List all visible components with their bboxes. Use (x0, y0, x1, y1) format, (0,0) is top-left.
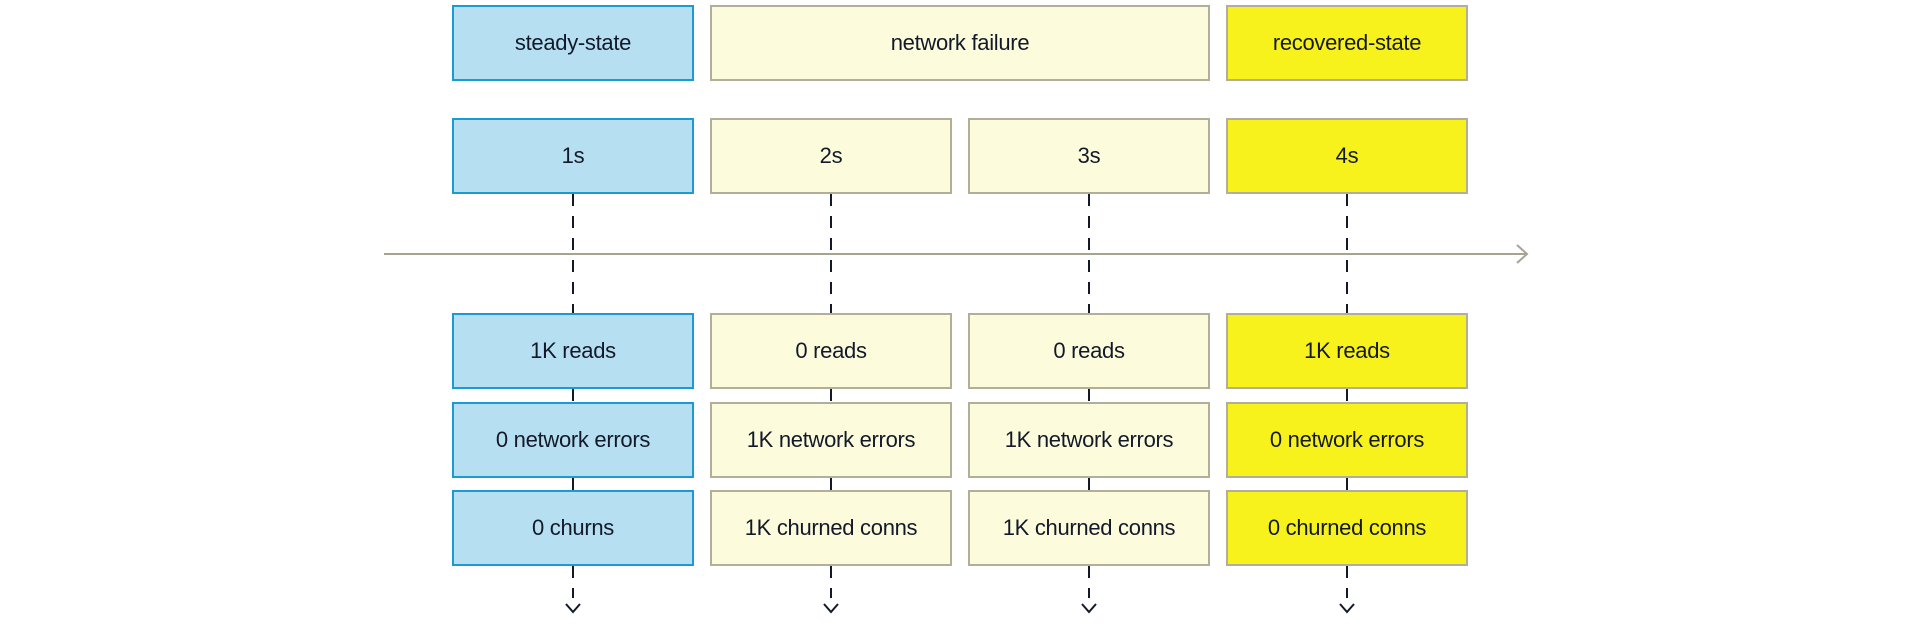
time-box-label: 1s (561, 143, 585, 168)
churns-box: 1K churned conns (710, 490, 952, 566)
time-box-label: 2s (819, 143, 843, 168)
churns-box: 0 churns (452, 490, 694, 566)
time-box-label: 4s (1335, 143, 1359, 168)
reads-box-label: 1K reads (1304, 338, 1390, 363)
phase-recovered-state: recovered-state (1226, 5, 1468, 81)
arrow-down-icon (1339, 603, 1355, 614)
time-box: 4s (1226, 118, 1468, 194)
errors-box-label: 0 network errors (1269, 427, 1425, 452)
reads-box-label: 0 reads (1053, 338, 1125, 363)
errors-box: 1K network errors (710, 402, 952, 478)
time-box-label: 3s (1077, 143, 1101, 168)
reads-box-label: 0 reads (795, 338, 867, 363)
reads-box: 0 reads (968, 313, 1210, 389)
time-box: 2s (710, 118, 952, 194)
errors-box-label: 1K network errors (746, 427, 916, 452)
errors-box: 0 network errors (1226, 402, 1468, 478)
time-box: 3s (968, 118, 1210, 194)
errors-box: 1K network errors (968, 402, 1210, 478)
timeline-lines (384, 194, 1529, 614)
churns-box: 0 churned conns (1226, 490, 1468, 566)
churns-box-label: 0 churned conns (1267, 515, 1427, 540)
reads-box: 1K reads (452, 313, 694, 389)
churns-box-label: 1K churned conns (744, 515, 918, 540)
arrow-down-icon (1081, 603, 1097, 614)
errors-box-label: 1K network errors (1004, 427, 1174, 452)
errors-box-label: 0 network errors (495, 427, 651, 452)
reads-box: 1K reads (1226, 313, 1468, 389)
reads-box-label: 1K reads (530, 338, 616, 363)
arrow-down-icon (565, 603, 581, 614)
phase-label: recovered-state (1272, 30, 1422, 55)
errors-box: 0 network errors (452, 402, 694, 478)
time-box: 1s (452, 118, 694, 194)
churns-box-label: 1K churned conns (1002, 515, 1176, 540)
arrow-down-icon (823, 603, 839, 614)
phase-label: steady-state (514, 30, 632, 55)
phase-label: network failure (890, 30, 1030, 55)
phase-network-failure: network failure (710, 5, 1210, 81)
phase-steady-state: steady-state (452, 5, 694, 81)
churns-box: 1K churned conns (968, 490, 1210, 566)
churns-box-label: 0 churns (532, 515, 614, 540)
reads-box: 0 reads (710, 313, 952, 389)
